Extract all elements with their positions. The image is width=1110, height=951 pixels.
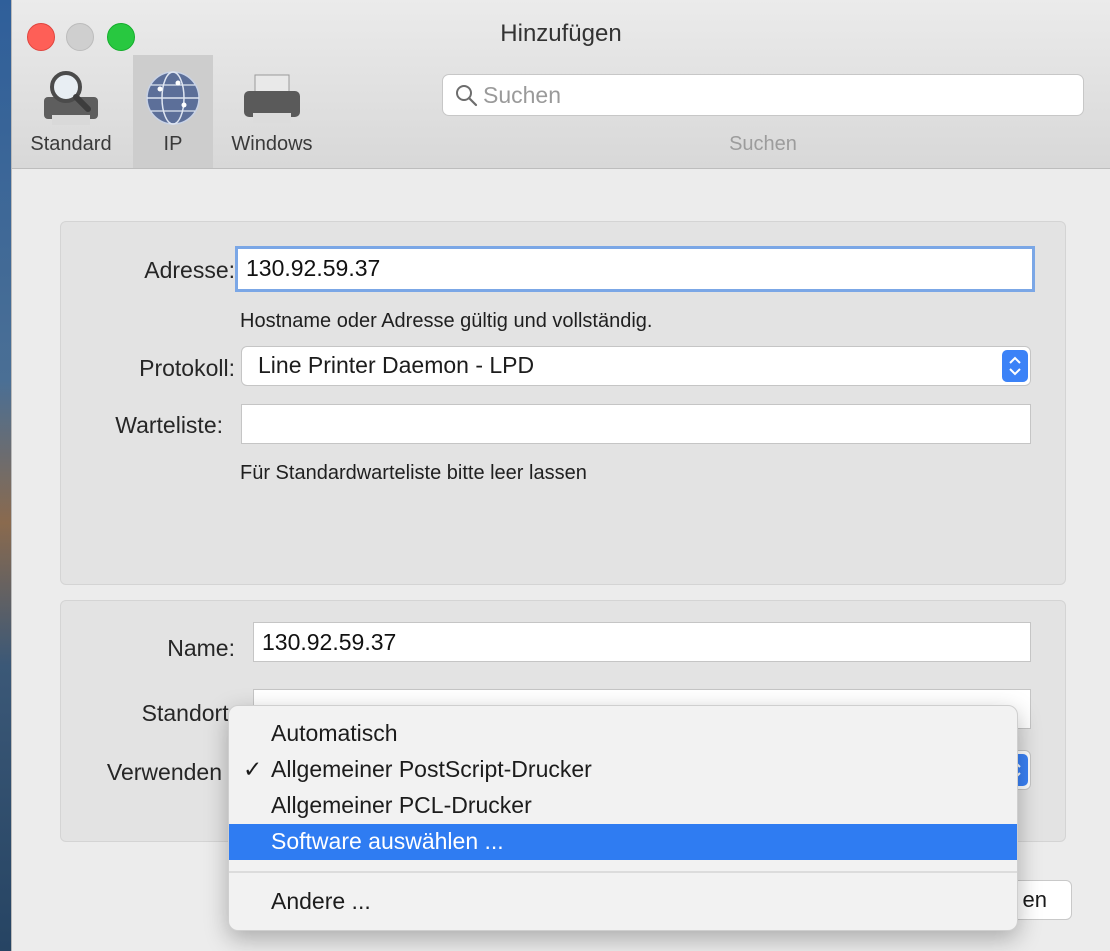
tab-ip[interactable]: IP [133,55,213,168]
printer-magnifier-icon [44,71,98,125]
window-title: Hinzufügen [500,20,622,47]
menu-item-select-software[interactable]: Software auswählen ... [229,824,1017,860]
location-label: Standort: [141,700,235,726]
queue-field[interactable] [241,404,1031,444]
menu-item-automatic[interactable]: Automatisch [229,716,1017,752]
add-printer-window: Hinzufügen Standard IP Windows Suchen Su… [12,0,1110,951]
menu-separator [229,871,1017,873]
menu-item-label: Software auswählen ... [271,828,504,854]
tab-standard[interactable]: Standard [18,55,124,168]
protocol-popup[interactable]: Line Printer Daemon - LPD [241,346,1031,386]
add-button-label: en [1022,887,1047,912]
protocol-value: Line Printer Daemon - LPD [258,352,535,378]
menu-item-label: Allgemeiner PCL-Drucker [271,792,532,818]
address-field[interactable]: 130.92.59.37 [235,246,1035,292]
menu-item-label: Automatisch [271,720,398,746]
titlebar: Hinzufügen Standard IP Windows Suchen Su… [12,0,1110,169]
menu-item-other[interactable]: Andere ... [229,884,1017,920]
tab-windows-label: Windows [231,133,313,155]
checkmark-icon: ✓ [243,756,263,782]
desktop-background [0,0,12,951]
menu-item-pcl[interactable]: Allgemeiner PCL-Drucker [229,788,1017,824]
address-hint: Hostname oder Adresse gültig und vollstä… [240,310,653,332]
menu-item-postscript[interactable]: ✓ Allgemeiner PostScript-Drucker [229,752,1017,788]
name-value: 130.92.59.37 [262,629,397,655]
address-label: Adresse: [144,257,235,283]
use-label: Verwenden [106,759,222,785]
globe-network-icon [146,71,200,125]
search-icon [456,85,478,107]
address-value: 130.92.59.37 [246,255,381,281]
search-field[interactable]: Suchen [442,74,1084,116]
search-placeholder: Suchen [483,82,562,108]
chevron-updown-icon [1002,350,1028,382]
queue-hint: Für Standardwarteliste bitte leer lassen [240,462,587,484]
printer-icon [244,74,300,123]
use-dropdown-menu: Automatisch ✓ Allgemeiner PostScript-Dru… [228,705,1018,931]
menu-item-label: Andere ... [271,888,371,914]
queue-label: Warteliste: [115,412,223,438]
tab-standard-label: Standard [30,133,112,155]
protocol-label: Protokoll: [139,355,235,381]
tab-ip-label: IP [163,133,183,155]
search-caption: Suchen [729,133,797,155]
name-label: Name: [167,635,235,661]
name-field[interactable]: 130.92.59.37 [253,622,1031,662]
menu-item-label: Allgemeiner PostScript-Drucker [271,756,592,782]
tab-windows[interactable]: Windows [217,55,327,168]
